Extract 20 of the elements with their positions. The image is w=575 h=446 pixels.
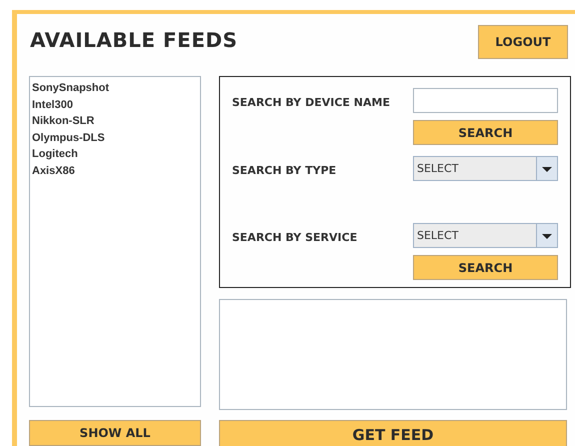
search-label: SEARCH BY DEVICE NAME [232,96,391,109]
feed-item[interactable]: AxisX86 [32,162,198,179]
feed-item[interactable]: Intel300 [32,96,198,113]
logout-button[interactable]: LOGOUT [478,25,568,59]
select-dropdown[interactable]: SELECT [413,223,558,248]
search-button[interactable]: SEARCH [413,255,558,280]
feed-item[interactable]: SonySnapshot [32,80,198,96]
select-dropdown[interactable]: SELECT [413,156,558,181]
get-feed-button[interactable]: GET FEED [219,420,567,446]
page-title: AVAILABLE FEEDS [30,28,238,52]
feed-item[interactable]: Nikkon-SLR [32,113,198,130]
caret-icon [536,157,557,180]
caret-icon [536,224,557,247]
feed-item[interactable]: Olympus-DLS [32,130,198,146]
feed-item[interactable]: Logitech [32,146,198,162]
search-label: SEARCH BY SERVICE [232,231,358,244]
search-label: SEARCH BY TYPE [232,164,338,177]
device-name-field[interactable] [413,88,558,113]
search-button[interactable]: SEARCH [413,120,558,145]
show-all-button[interactable]: SHOW ALL [29,420,201,446]
